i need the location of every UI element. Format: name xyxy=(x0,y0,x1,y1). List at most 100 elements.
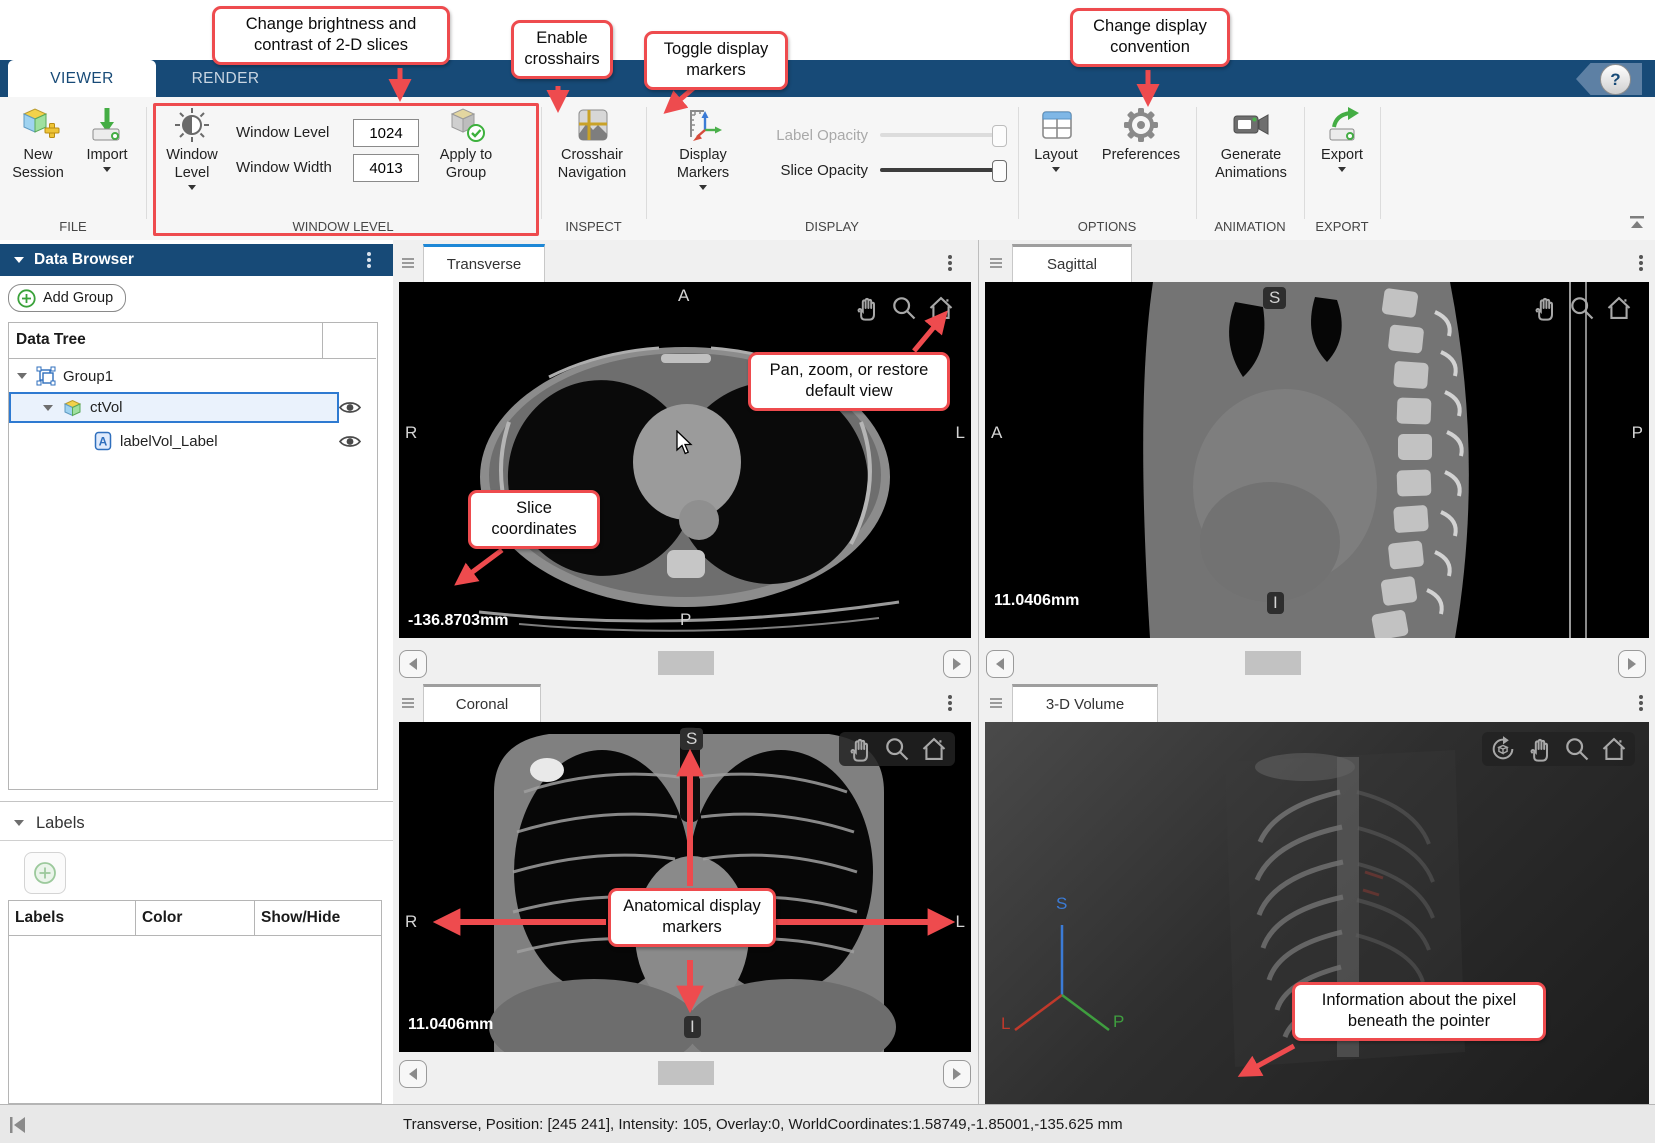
coronal-tab[interactable]: Coronal xyxy=(423,684,541,722)
add-group-plus-icon xyxy=(17,289,36,308)
group1-expand-icon[interactable] xyxy=(17,373,27,379)
layout-button[interactable]: Layout xyxy=(1026,104,1086,172)
pan-hand-icon[interactable] xyxy=(853,294,881,322)
transverse-marker-top: A xyxy=(678,286,689,306)
zoom-magnifier-icon[interactable] xyxy=(890,294,918,322)
transverse-tab[interactable]: Transverse xyxy=(423,244,545,282)
zoom-magnifier-icon[interactable] xyxy=(1563,735,1591,763)
tree-row-ctvol[interactable]: ctVol xyxy=(9,392,375,423)
home-restore-view-icon[interactable] xyxy=(1600,735,1628,763)
labelvol-visibility-eye-icon[interactable] xyxy=(339,434,361,449)
transverse-scroll-thumb[interactable] xyxy=(658,651,714,675)
transverse-marker-bottom: P xyxy=(680,610,691,630)
display-markers-button[interactable]: Display Markers xyxy=(660,104,746,190)
tab-render[interactable]: RENDER xyxy=(163,60,288,97)
tree-row-group1[interactable]: Group1 xyxy=(9,360,375,392)
slice-opacity-slider-thumb[interactable] xyxy=(992,160,1007,182)
sagittal-tab[interactable]: Sagittal xyxy=(1012,244,1132,282)
window-level-input[interactable] xyxy=(353,119,419,147)
add-label-button[interactable] xyxy=(24,852,66,894)
coronal-viewport[interactable]: S R L I 11.0406mm xyxy=(399,722,971,1052)
data-browser-header[interactable]: Data Browser xyxy=(0,244,393,276)
crosshair-navigation-icon xyxy=(572,105,612,145)
home-restore-view-icon[interactable] xyxy=(920,735,948,763)
volume-view-tools xyxy=(1482,732,1635,766)
sagittal-grip-icon[interactable] xyxy=(990,258,1002,260)
coronal-marker-bottom: I xyxy=(684,1016,701,1038)
ctvol-expand-icon[interactable] xyxy=(43,405,53,411)
mouse-cursor xyxy=(675,430,695,456)
callout-brightness: Change brightness and contrast of 2-D sl… xyxy=(212,6,450,65)
volume-grip-icon[interactable] xyxy=(990,698,1002,700)
transverse-scroll-left-button[interactable] xyxy=(399,650,427,678)
transverse-slice-coordinate: -136.8703mm xyxy=(408,612,509,630)
labels-collapse-icon[interactable] xyxy=(14,820,24,826)
sagittal-scroll-left-button[interactable] xyxy=(986,650,1014,678)
window-level-button[interactable]: Window Level xyxy=(158,104,226,190)
help-button[interactable]: ? xyxy=(1600,64,1631,95)
zoom-magnifier-icon[interactable] xyxy=(1568,294,1596,322)
slice-opacity-slider[interactable] xyxy=(880,168,1006,172)
transverse-grip-icon[interactable] xyxy=(402,258,414,260)
coronal-tab-label: Coronal xyxy=(456,696,509,713)
left-arrow-icon xyxy=(409,658,417,670)
home-restore-view-icon[interactable] xyxy=(927,294,955,322)
coronal-scroll-left-button[interactable] xyxy=(399,1060,427,1088)
rotate-3d-icon[interactable] xyxy=(1489,735,1517,763)
coronal-scroll-thumb[interactable] xyxy=(658,1061,714,1085)
tree-row-labelvol[interactable]: A labelVol_Label xyxy=(9,425,375,457)
transverse-slice-scrollbar[interactable] xyxy=(394,646,978,682)
zoom-magnifier-icon[interactable] xyxy=(883,735,911,763)
generate-animations-icon xyxy=(1229,105,1273,145)
generate-animations-label: Generate Animations xyxy=(1204,146,1298,182)
preferences-button[interactable]: Preferences xyxy=(1094,104,1188,164)
coronal-menu-icon[interactable] xyxy=(948,701,952,705)
pan-hand-icon[interactable] xyxy=(846,735,874,763)
sagittal-menu-icon[interactable] xyxy=(1639,261,1643,265)
apply-to-group-button[interactable]: Apply to Group xyxy=(430,104,502,182)
data-browser-collapse-icon[interactable] xyxy=(14,257,24,263)
new-session-button[interactable]: New Session xyxy=(6,104,70,182)
pan-hand-icon[interactable] xyxy=(1526,735,1554,763)
generate-animations-button[interactable]: Generate Animations xyxy=(1204,104,1298,182)
tab-viewer[interactable]: VIEWER xyxy=(8,60,156,97)
data-browser-menu-icon[interactable] xyxy=(367,258,371,262)
volume-viewport[interactable]: S L P xyxy=(985,722,1649,1104)
viewport-vertical-divider[interactable] xyxy=(978,240,979,1104)
labels-section-header[interactable]: Labels xyxy=(0,806,393,841)
coronal-marker-right: L xyxy=(956,912,965,932)
window-width-input[interactable] xyxy=(353,154,419,182)
axis-l-label: L xyxy=(1001,1014,1010,1034)
coronal-scroll-right-button[interactable] xyxy=(943,1060,971,1088)
export-button[interactable]: Export xyxy=(1310,104,1374,172)
transverse-menu-icon[interactable] xyxy=(948,261,952,265)
sagittal-marker-top: S xyxy=(1263,287,1286,309)
transverse-viewport[interactable]: A R L P -136.8703mm xyxy=(399,282,971,638)
coronal-slice-scrollbar[interactable] xyxy=(394,1056,978,1092)
volume-tab[interactable]: 3-D Volume xyxy=(1012,684,1158,722)
crosshair-navigation-button[interactable]: Crosshair Navigation xyxy=(550,104,634,182)
callout-toggle-markers: Toggle display markers xyxy=(644,31,788,90)
coronal-grip-icon[interactable] xyxy=(402,698,414,700)
pan-hand-icon[interactable] xyxy=(1531,294,1559,322)
sagittal-marker-bottom: I xyxy=(1267,592,1284,614)
sagittal-slice-scrollbar[interactable] xyxy=(979,646,1655,682)
add-group-button[interactable]: Add Group xyxy=(8,284,126,312)
ctvol-visibility-eye-icon[interactable] xyxy=(339,400,361,415)
callout-pan-zoom: Pan, zoom, or restore default view xyxy=(748,352,950,411)
tab-viewer-label: VIEWER xyxy=(50,70,114,88)
coronal-marker-left: R xyxy=(405,912,417,932)
home-restore-view-icon[interactable] xyxy=(1605,294,1633,322)
volume-menu-icon[interactable] xyxy=(1639,701,1643,705)
display-markers-label: Display Markers xyxy=(660,146,746,182)
collapse-panel-icon[interactable] xyxy=(8,1116,28,1134)
import-button[interactable]: Import xyxy=(76,104,138,172)
data-tree-header: Data Tree xyxy=(16,331,86,349)
coronal-marker-top: S xyxy=(680,728,703,750)
sagittal-scroll-thumb[interactable] xyxy=(1245,651,1301,675)
minimize-ribbon-icon[interactable] xyxy=(1628,215,1646,231)
file-section-label: FILE xyxy=(0,219,146,234)
transverse-scroll-right-button[interactable] xyxy=(943,650,971,678)
sagittal-viewport[interactable]: S A P I 11.0406mm xyxy=(985,282,1649,638)
sagittal-scroll-right-button[interactable] xyxy=(1618,650,1646,678)
